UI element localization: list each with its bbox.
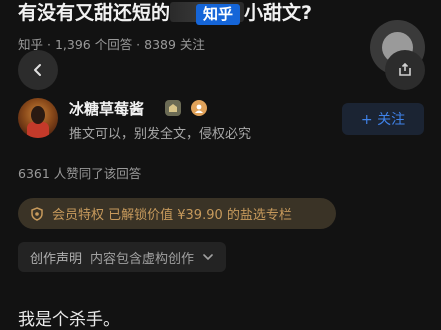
vip-banner[interactable]: 会员特权 已解锁价值 ¥39.90 的盐选专栏: [18, 198, 336, 229]
author-name[interactable]: 冰糖草莓酱: [69, 98, 144, 119]
share-icon: [399, 63, 411, 76]
vip-banner-text: 会员特权 已解锁价值 ¥39.90 的盐选专栏: [52, 208, 292, 223]
meta-follower-count: 8389 关注: [144, 37, 205, 52]
question-title-prefix: 有没有又甜还短的: [18, 2, 171, 24]
question-title-suffix: 小甜文?: [244, 2, 313, 24]
answer-first-line: 我是个杀手。: [18, 310, 120, 330]
author-avatar[interactable]: [18, 98, 58, 138]
question-title: 有没有又甜还短的 小甜文?: [18, 0, 312, 26]
likes-count: 6361 人赞同了该回答: [18, 166, 142, 181]
meta-answer-count: 1,396 个回答: [54, 37, 133, 52]
author-badge-icon: [165, 100, 181, 116]
author-level-icon: [191, 100, 207, 116]
chevron-down-icon: [203, 254, 213, 261]
question-meta: 知乎 · 1,396 个回答 · 8389 关注: [18, 37, 205, 52]
chevron-left-icon: [34, 64, 41, 76]
creation-declaration[interactable]: 创作声明 内容包含虚构创作: [18, 242, 227, 272]
author-bio: 推文可以，别发全文，侵权必究: [69, 127, 252, 142]
vip-shield-icon: [31, 206, 43, 221]
back-button[interactable]: [18, 50, 58, 90]
declaration-value: 内容包含虚构创作: [90, 251, 195, 267]
share-button[interactable]: [385, 50, 425, 90]
zhihu-watermark-badge: 知乎: [196, 4, 241, 25]
follow-button[interactable]: + 关注: [342, 103, 424, 135]
declaration-label: 创作声明: [30, 251, 83, 267]
